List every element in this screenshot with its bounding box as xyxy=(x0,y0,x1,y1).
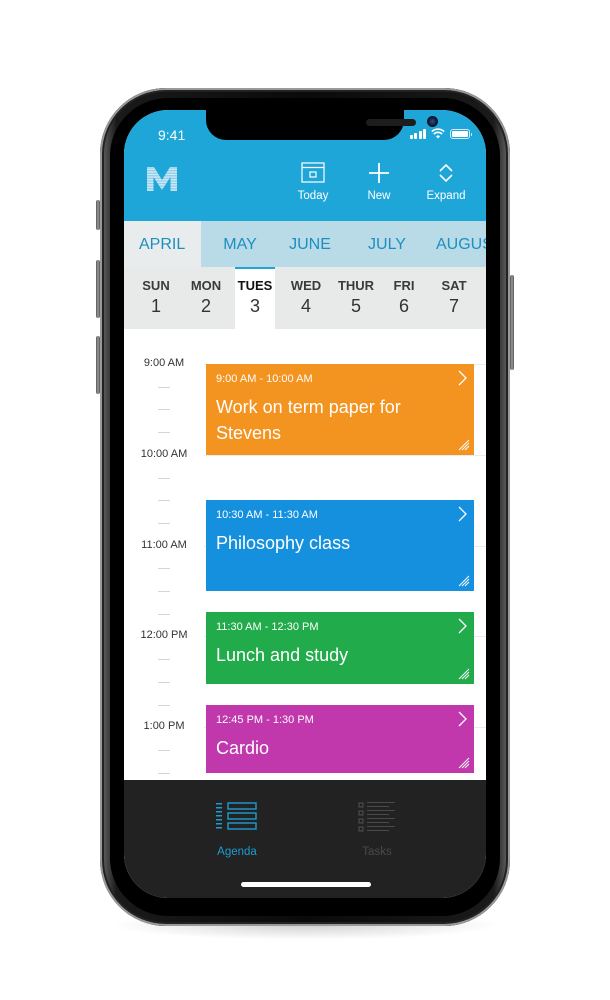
month-august[interactable]: AUGUST xyxy=(436,221,486,267)
day-name: SUN xyxy=(142,278,170,293)
chevron-right-icon[interactable] xyxy=(456,370,468,386)
phone-screen: 9:41 Today New Expand APRIL MAY JUNE JUL… xyxy=(124,110,486,898)
bottom-tab-bar: Agenda Tasks xyxy=(124,780,486,898)
quarter-tick xyxy=(158,659,170,660)
quarter-tick xyxy=(158,432,170,433)
quarter-tick xyxy=(158,500,170,501)
speaker-grille xyxy=(366,119,416,126)
resize-grip-icon[interactable] xyxy=(458,575,470,587)
event-time: 10:30 AM - 11:30 AM xyxy=(216,509,318,521)
new-label: New xyxy=(367,190,391,202)
resize-grip-icon[interactable] xyxy=(458,439,470,451)
quarter-tick xyxy=(158,478,170,479)
quarter-tick xyxy=(158,409,170,410)
quarter-tick xyxy=(158,614,170,615)
event-card[interactable]: 9:00 AM - 10:00 AM Work on term paper fo… xyxy=(206,364,474,455)
event-time: 9:00 AM - 10:00 AM xyxy=(216,373,313,385)
wifi-icon xyxy=(431,128,445,139)
day-fri[interactable]: FRI 6 xyxy=(382,267,426,329)
tab-agenda-label: Agenda xyxy=(217,846,257,858)
day-name: MON xyxy=(190,278,222,293)
front-camera xyxy=(427,116,438,127)
tasks-checklist-icon xyxy=(358,802,395,832)
day-sun[interactable]: SUN 1 xyxy=(134,267,178,329)
day-thur[interactable]: THUR 5 xyxy=(332,267,380,329)
event-title: Work on term paper for Stevens xyxy=(216,397,401,443)
week-strip: SUN 1 MON 2 TUES 3 WED 4 THUR 5 FRI 6 SA… xyxy=(124,267,486,329)
tab-tasks-label: Tasks xyxy=(362,846,392,858)
quarter-tick xyxy=(158,591,170,592)
event-card[interactable]: 11:30 AM - 12:30 PM Lunch and study xyxy=(206,612,474,684)
day-name: THUR xyxy=(337,278,375,293)
plus-icon xyxy=(369,163,389,183)
day-name: FRI xyxy=(393,278,415,293)
event-title: Philosophy class xyxy=(216,533,351,553)
day-tues-selected[interactable]: TUES 3 xyxy=(235,267,275,329)
quarter-tick xyxy=(158,773,170,774)
event-time: 12:45 PM - 1:30 PM xyxy=(216,714,314,726)
day-name: SAT xyxy=(441,278,467,293)
resize-grip-icon[interactable] xyxy=(458,757,470,769)
today-button[interactable]: Today xyxy=(292,162,334,202)
month-strip[interactable]: APRIL MAY JUNE JULY AUGUST xyxy=(124,221,486,267)
day-date: 1 xyxy=(150,296,161,316)
calendar-today-icon xyxy=(301,162,325,183)
cellular-signal-icon xyxy=(409,128,426,139)
event-card[interactable]: 12:45 PM - 1:30 PM Cardio xyxy=(206,705,474,773)
hour-label: 1:00 PM xyxy=(124,720,204,732)
day-date: 6 xyxy=(398,296,409,316)
hour-label: 9:00 AM xyxy=(124,357,204,369)
day-name: WED xyxy=(290,278,322,293)
hour-label: 12:00 PM xyxy=(124,629,204,641)
event-title: Cardio xyxy=(216,738,270,758)
day-mon[interactable]: MON 2 xyxy=(184,267,228,329)
app-header: 9:41 Today New Expand xyxy=(124,110,486,221)
day-date: 3 xyxy=(249,296,260,316)
day-date: 7 xyxy=(448,296,459,316)
new-button[interactable]: New xyxy=(362,162,396,202)
chevron-right-icon[interactable] xyxy=(456,506,468,522)
quarter-tick xyxy=(158,568,170,569)
agenda-list-icon xyxy=(216,802,257,830)
quarter-tick xyxy=(158,750,170,751)
tab-tasks[interactable]: Tasks xyxy=(337,802,417,858)
app-logo-icon xyxy=(147,167,177,191)
today-label: Today xyxy=(297,190,329,202)
expand-chevrons-icon xyxy=(439,163,453,183)
event-card[interactable]: 10:30 AM - 11:30 AM Philosophy class xyxy=(206,500,474,591)
day-date: 2 xyxy=(200,296,211,316)
power-button xyxy=(510,275,514,370)
notch xyxy=(206,110,438,140)
agenda-timeline[interactable]: 9:00 AM 10:00 AM 11:00 AM 12:00 PM 1:00 … xyxy=(124,329,486,780)
hour-label: 11:00 AM xyxy=(124,539,204,551)
month-may[interactable]: MAY xyxy=(201,221,271,267)
home-indicator[interactable] xyxy=(241,882,371,887)
resize-grip-icon[interactable] xyxy=(458,668,470,680)
tab-agenda[interactable]: Agenda xyxy=(197,802,277,858)
battery-icon xyxy=(450,128,472,139)
day-date: 4 xyxy=(300,296,311,316)
month-june[interactable]: JUNE xyxy=(274,221,346,267)
expand-button[interactable]: Expand xyxy=(424,162,468,202)
expand-label: Expand xyxy=(426,190,466,202)
day-name: TUES xyxy=(237,278,273,293)
quarter-tick xyxy=(158,705,170,706)
day-wed[interactable]: WED 4 xyxy=(284,267,328,329)
chevron-right-icon[interactable] xyxy=(456,618,468,634)
day-sat[interactable]: SAT 7 xyxy=(432,267,476,329)
status-time: 9:41 xyxy=(158,127,186,143)
hour-label: 10:00 AM xyxy=(124,448,204,460)
status-icons xyxy=(409,128,472,139)
month-july[interactable]: JULY xyxy=(352,221,422,267)
quarter-tick xyxy=(158,387,170,388)
chevron-right-icon[interactable] xyxy=(456,711,468,727)
quarter-tick xyxy=(158,523,170,524)
day-date: 5 xyxy=(350,296,361,316)
quarter-tick xyxy=(158,682,170,683)
event-time: 11:30 AM - 12:30 PM xyxy=(216,621,319,633)
month-april[interactable]: APRIL xyxy=(124,221,201,267)
event-title: Lunch and study xyxy=(216,645,349,665)
